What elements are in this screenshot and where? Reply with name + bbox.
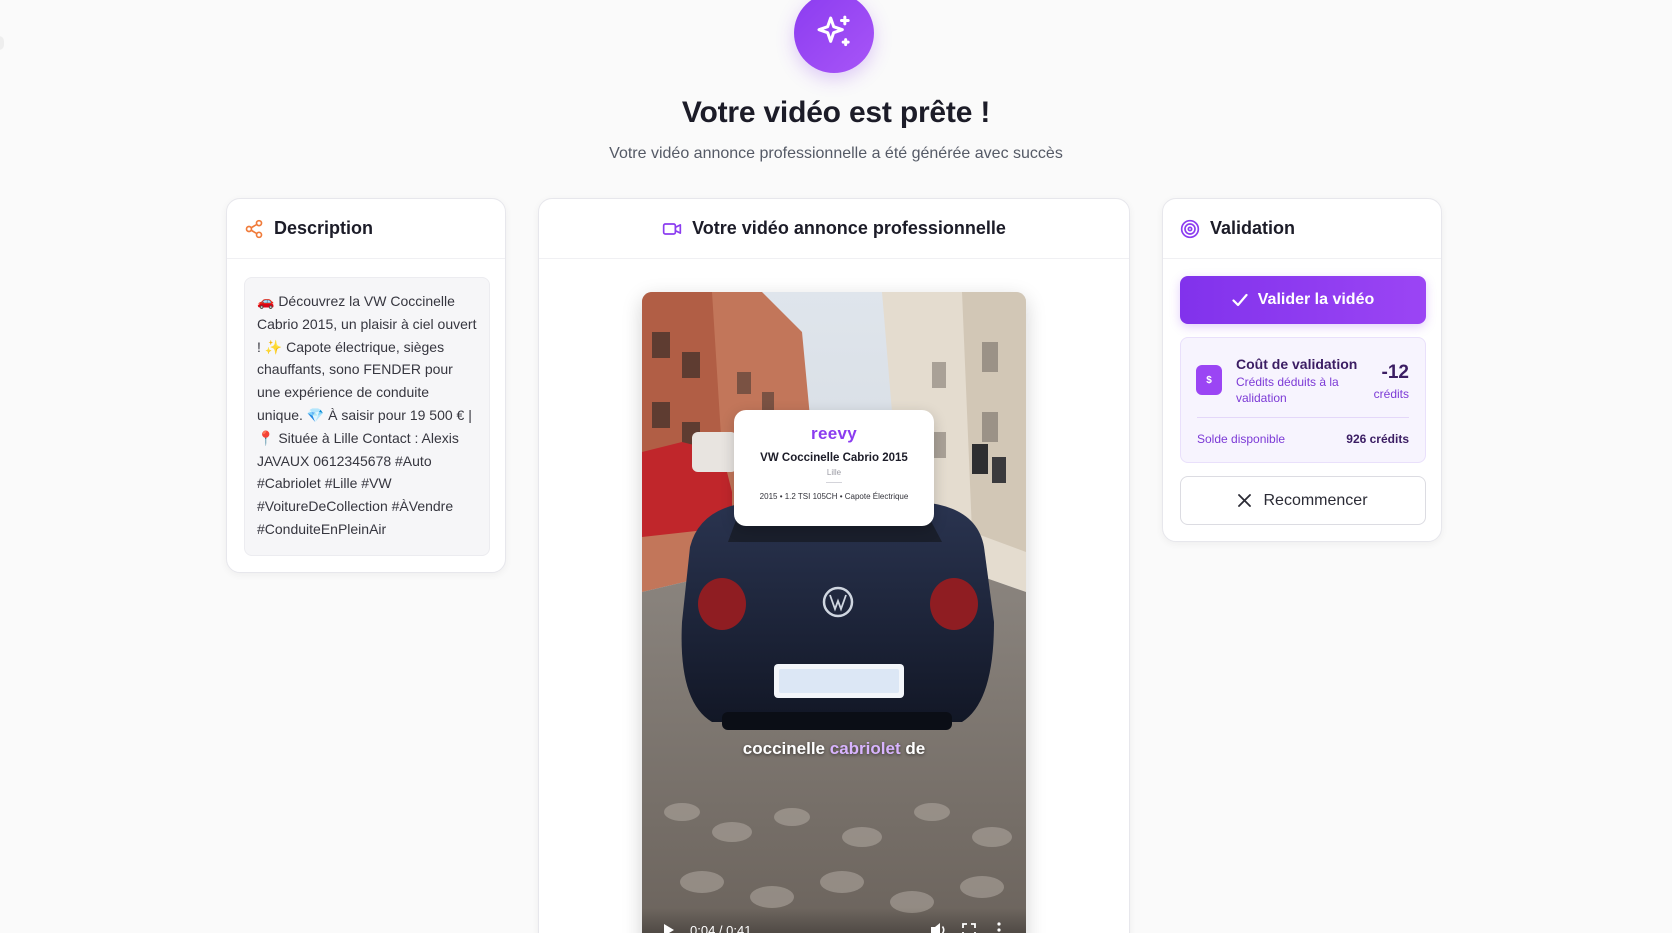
description-card-header: Description bbox=[227, 199, 505, 259]
edge-handle[interactable] bbox=[0, 36, 4, 50]
cost-divider bbox=[1197, 417, 1409, 418]
video-camera-icon bbox=[662, 219, 682, 239]
restart-label: Recommencer bbox=[1263, 491, 1368, 509]
more-options-icon[interactable] bbox=[990, 921, 1008, 933]
restart-button[interactable]: Recommencer bbox=[1180, 476, 1426, 525]
balance-label: Solde disponible bbox=[1197, 432, 1286, 446]
video-frame-image bbox=[642, 292, 1026, 933]
video-card-title: Votre vidéo annonce professionnelle bbox=[692, 218, 1006, 238]
result-page: Votre vidéo est prête ! Votre vidéo anno… bbox=[0, 0, 1672, 933]
validate-video-label: Valider la vidéo bbox=[1257, 291, 1375, 308]
overlay-city: Lille bbox=[826, 468, 842, 477]
video-card: Votre vidéo annonce professionnelle reev… bbox=[538, 198, 1130, 933]
video-overlay-card: reevy VW Coccinelle Cabrio 2015 Lille 20… bbox=[734, 410, 934, 526]
overlay-divider bbox=[826, 482, 842, 483]
caption-highlight: cabriolet bbox=[829, 739, 901, 758]
balance-value: 926 crédits bbox=[1346, 432, 1409, 446]
validation-card: Validation Valider la vidéo $ Coût de va… bbox=[1162, 198, 1442, 542]
validation-cost-panel: $ Coût de validation Crédits déduits à l… bbox=[1180, 337, 1426, 463]
video-card-header: Votre vidéo annonce professionnelle bbox=[539, 199, 1129, 259]
description-card: Description 🚗 Découvrez la VW Coccinelle… bbox=[226, 198, 506, 573]
sparkles-icon bbox=[794, 0, 874, 73]
volume-icon[interactable] bbox=[930, 921, 948, 933]
target-icon bbox=[1180, 219, 1200, 239]
close-icon bbox=[1238, 494, 1252, 507]
cost-amount: -12 bbox=[1381, 362, 1409, 383]
validate-video-button[interactable]: Valider la vidéo bbox=[1180, 276, 1426, 324]
fullscreen-icon[interactable] bbox=[960, 921, 978, 933]
overlay-model: VW Coccinelle Cabrio 2015 bbox=[760, 452, 908, 464]
page-title: Votre vidéo est prête ! bbox=[681, 96, 991, 129]
page-subtitle: Votre vidéo annonce professionnelle a ét… bbox=[609, 145, 1063, 162]
video-controls: 0:04 / 0:41 bbox=[642, 908, 1026, 933]
video-player[interactable]: reevy VW Coccinelle Cabrio 2015 Lille 20… bbox=[642, 292, 1026, 933]
video-time: 0:04 / 0:41 bbox=[690, 922, 752, 933]
video-caption: coccinelle cabriolet de bbox=[642, 739, 1026, 759]
play-icon[interactable] bbox=[660, 921, 678, 933]
cost-title: Coût de validation bbox=[1236, 356, 1358, 372]
caption-before: coccinelle bbox=[742, 739, 826, 758]
caption-after: de bbox=[905, 739, 926, 758]
description-card-title: Description bbox=[274, 218, 374, 238]
cost-unit: crédits bbox=[1373, 387, 1409, 401]
validation-card-title: Validation bbox=[1210, 218, 1296, 238]
share-icon bbox=[244, 219, 264, 239]
brand-logo: reevy bbox=[811, 424, 857, 443]
check-icon bbox=[1232, 293, 1248, 307]
description-text[interactable]: 🚗 Découvrez la VW Coccinelle Cabrio 2015… bbox=[244, 277, 490, 556]
dollar-icon: $ bbox=[1196, 365, 1222, 395]
overlay-specs: 2015 • 1.2 TSI 105CH • Capote Électrique bbox=[759, 492, 909, 501]
cost-subtitle: Crédits déduits à la validation bbox=[1236, 375, 1339, 405]
validation-card-header: Validation bbox=[1163, 199, 1441, 259]
